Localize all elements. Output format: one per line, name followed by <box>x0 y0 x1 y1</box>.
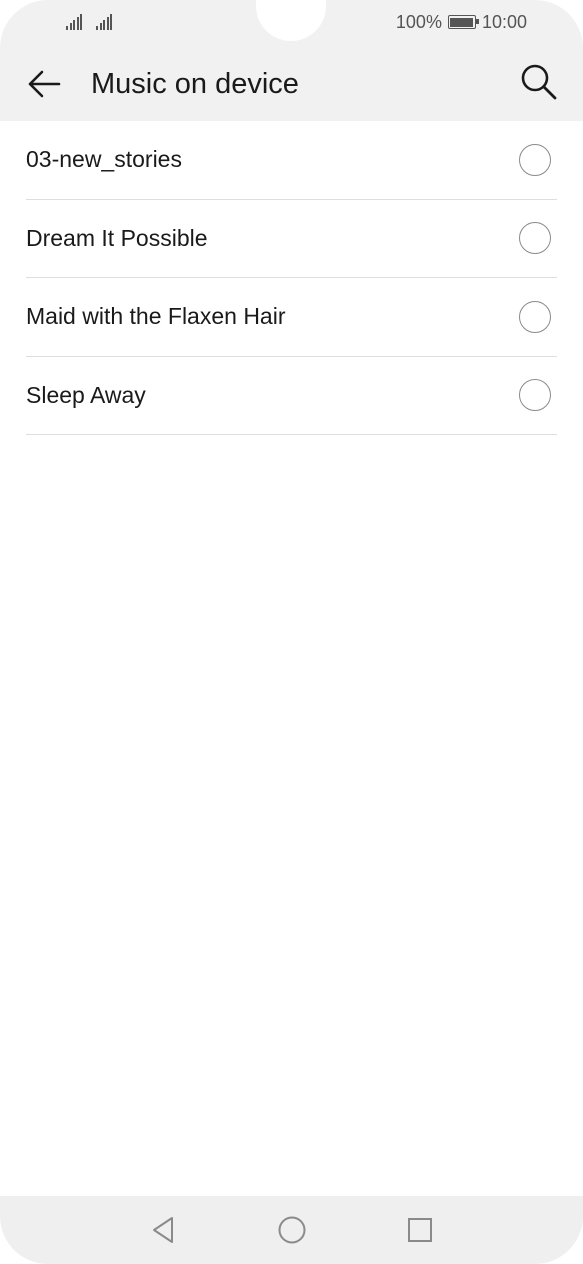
radio-button[interactable] <box>519 300 551 333</box>
battery-percent: 100% <box>395 11 442 32</box>
camera-notch <box>256 0 326 41</box>
status-right: 100% 10:00 <box>396 10 527 34</box>
search-button[interactable] <box>515 58 563 106</box>
song-label: Sleep Away <box>26 381 146 408</box>
list-item[interactable]: 03-new_stories <box>26 121 557 200</box>
song-label: Maid with the Flaxen Hair <box>26 303 286 330</box>
battery-icon <box>447 15 479 29</box>
triangle-back-icon <box>152 1217 173 1243</box>
header-area: 100% 10:00 Music on device <box>0 0 583 121</box>
page-title: Music on device <box>91 68 299 100</box>
music-list: 03-new_stories Dream It Possible Maid wi… <box>0 121 583 435</box>
list-item[interactable]: Dream It Possible <box>26 200 557 278</box>
song-label: Dream It Possible <box>26 224 208 251</box>
song-label: 03-new_stories <box>26 146 182 173</box>
signal-icon <box>66 14 82 30</box>
list-item[interactable]: Maid with the Flaxen Hair <box>26 278 557 357</box>
nav-recents-button[interactable] <box>400 1210 440 1250</box>
nav-back-button[interactable] <box>144 1210 184 1250</box>
phone-screen: 100% 10:00 Music on device 03-new_storie… <box>0 0 583 1264</box>
back-button[interactable] <box>20 60 68 108</box>
status-signals <box>66 12 112 30</box>
clock: 10:00 <box>481 11 527 32</box>
radio-button[interactable] <box>519 222 551 255</box>
square-recents-icon <box>407 1218 432 1242</box>
list-item[interactable]: Sleep Away <box>26 357 557 435</box>
app-bar: Music on device <box>0 48 583 121</box>
arrow-left-icon <box>28 70 61 98</box>
radio-button[interactable] <box>519 379 551 412</box>
circle-home-icon <box>278 1216 305 1244</box>
search-icon <box>521 64 557 100</box>
navigation-bar <box>0 1196 583 1264</box>
radio-button[interactable] <box>519 143 551 176</box>
nav-home-button[interactable] <box>272 1210 312 1250</box>
signal-icon <box>96 14 112 30</box>
